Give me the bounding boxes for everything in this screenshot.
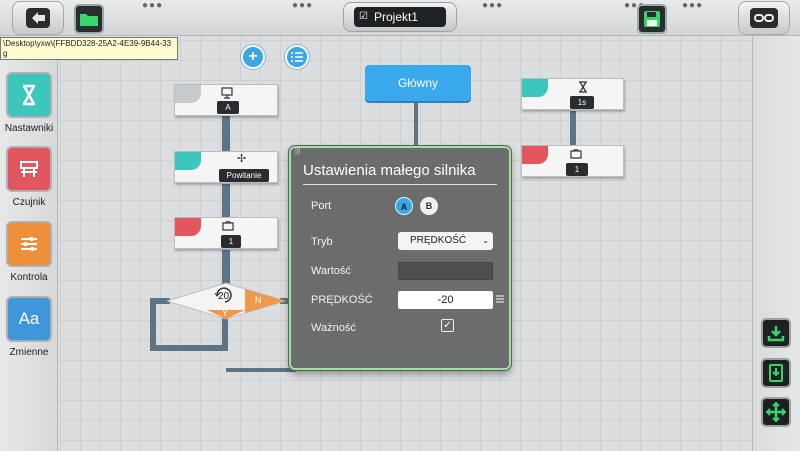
app-canvas: ●●● ●●● ●●● ●●● ●●● ☑ Projekt1 Nastawnik… [0, 0, 800, 451]
project-title-box[interactable]: ☑ Projekt1 [354, 7, 446, 27]
display-block[interactable]: A [174, 84, 278, 116]
category-kontrola-button[interactable] [6, 221, 52, 267]
chevron-down-icon: ⌄ [482, 236, 489, 245]
loop-connector [226, 368, 296, 372]
device-download-icon [769, 364, 783, 382]
panel-title: Ustawienia małego silnika [303, 162, 476, 179]
timer-value[interactable]: 1s [570, 96, 594, 109]
validity-checkbox[interactable]: ✓ [441, 319, 454, 332]
grip-dots: ●●● [482, 0, 504, 11]
download-icon [767, 326, 785, 342]
speed-input[interactable]: -20 [398, 291, 493, 309]
grip-dots: ●●● [292, 0, 314, 11]
speed-label: PRĘDKOŚĆ [311, 294, 373, 306]
mode-select-value: PRĘDKOŚĆ [410, 235, 467, 246]
hourglass-icon [579, 81, 587, 93]
floppy-disk-icon [644, 11, 660, 27]
port-b-button[interactable]: B [420, 197, 438, 215]
project-title-plate[interactable]: ☑ Projekt1 [343, 2, 457, 32]
edit-icon: ☑ [359, 11, 368, 22]
download-button[interactable] [761, 318, 791, 348]
add-block-button[interactable]: + [241, 45, 265, 69]
display-value[interactable]: A [217, 101, 239, 114]
text-aa-icon: Aa [18, 309, 40, 328]
block-connector [222, 184, 230, 218]
light-tag [175, 218, 201, 236]
light-value[interactable]: 1 [221, 235, 241, 248]
monitor-icon [221, 87, 233, 99]
loop-connector [150, 345, 228, 351]
open-folder-button[interactable] [74, 4, 104, 34]
move-arrows-icon [766, 402, 786, 422]
loop-count[interactable]: 20 [218, 291, 229, 302]
grip-dots: ●●● [142, 0, 164, 11]
tooltip-line: g [3, 49, 8, 58]
move-button[interactable] [761, 397, 791, 427]
right-light-value[interactable]: 1 [566, 163, 588, 176]
project-title: Projekt1 [374, 10, 419, 24]
list-icon [291, 52, 303, 62]
validity-label: Ważność [311, 322, 356, 334]
value-label: Wartość [311, 265, 351, 277]
category-nastawniki-button[interactable] [6, 72, 52, 118]
block-connector [222, 116, 230, 152]
loop-no-branch: N [255, 295, 262, 305]
right-light-block[interactable]: 1 [521, 145, 624, 177]
back-button[interactable] [12, 1, 64, 35]
right-toolbar [752, 36, 800, 451]
lamp-icon [570, 149, 582, 159]
main-function-button[interactable]: Główny [365, 65, 471, 101]
light-block[interactable]: 1 [174, 217, 278, 249]
greeting-value[interactable]: Powitanie [219, 169, 269, 182]
title-divider [303, 184, 497, 185]
folder-icon [80, 14, 98, 26]
category-label: Kontrola [10, 272, 48, 283]
category-label: Czujnik [12, 197, 46, 208]
port-label: Port [311, 200, 332, 212]
right-light-tag [522, 146, 548, 164]
upload-to-device-button[interactable] [761, 358, 791, 388]
block-connector [222, 250, 230, 286]
lamp-icon [222, 221, 234, 231]
list-view-button[interactable] [285, 45, 309, 69]
timer-tag [522, 79, 548, 97]
timer-block[interactable]: 1s [521, 78, 624, 110]
block-connector [570, 111, 576, 147]
path-tooltip: \Desktop\yxw\{FFBDD328-25A2-4E39-9B44-33… [0, 37, 178, 60]
grip-dots: ●●● [682, 0, 704, 11]
greeting-block[interactable]: ✢ Powitanie [174, 151, 278, 183]
list-icon[interactable] [496, 295, 504, 303]
category-label: Zmienne [9, 347, 49, 358]
back-arrow-icon [26, 8, 50, 28]
display-tag [175, 85, 201, 103]
hourglass-icon [22, 84, 36, 106]
motor-settings-panel: ||| Ustawienia małego silnika Port A B T… [289, 146, 511, 370]
mode-select[interactable]: PRĘDKOŚĆ ⌄ [398, 232, 493, 250]
connect-button[interactable] [738, 1, 790, 35]
value-field [398, 262, 493, 280]
category-label: Nastawniki [4, 123, 54, 134]
category-czujnik-button[interactable] [6, 146, 52, 192]
sliders-icon [21, 237, 37, 251]
loop-connector [150, 298, 156, 350]
save-button[interactable] [637, 4, 667, 34]
block-connector [414, 101, 418, 146]
grip-dots: ||| [295, 148, 301, 155]
loop-yes-branch: Y [222, 308, 229, 318]
category-zmienne-button[interactable]: Aa [6, 296, 52, 342]
loop-connector [222, 318, 228, 348]
mode-label: Tryb [311, 236, 333, 248]
plus-icon: + [248, 48, 258, 65]
greeting-tag [175, 152, 201, 170]
link-icon [750, 8, 778, 28]
fan-icon: ✢ [237, 153, 247, 165]
tooltip-line: \Desktop\yxw\{FFBDD328-25A2-4E39-9B44-33 [3, 39, 172, 48]
port-a-button[interactable]: A [395, 197, 413, 215]
sensor-icon [20, 161, 38, 177]
